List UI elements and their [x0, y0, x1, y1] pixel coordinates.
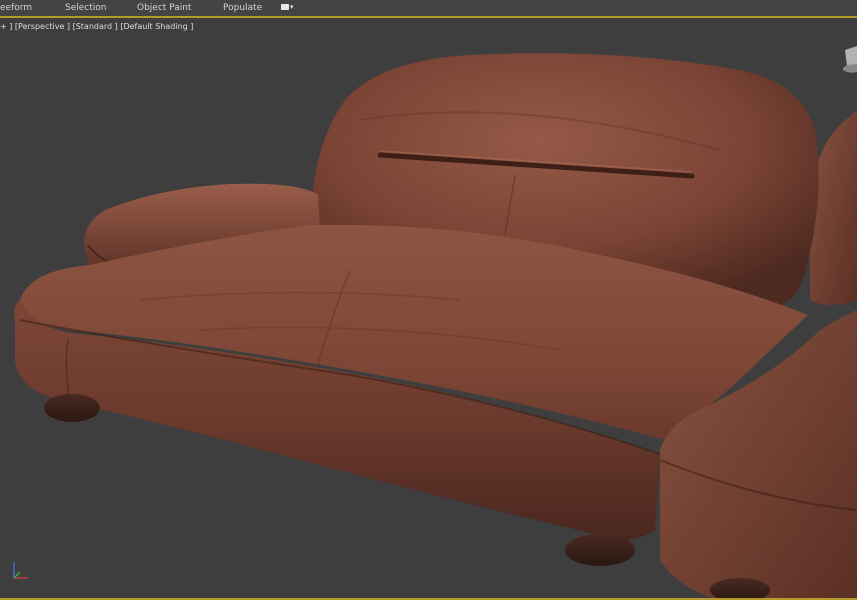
- viewport-shading[interactable]: [Default Shading ]: [120, 22, 193, 31]
- camera-dropdown-icon[interactable]: ▾: [281, 3, 298, 12]
- ribbon-tab-selection[interactable]: Selection: [65, 2, 106, 14]
- sofa-render: [14, 53, 857, 600]
- viewport-label: + ] [Perspective ] [Standard ] [Default …: [0, 22, 193, 32]
- viewport-standard[interactable]: [Standard ]: [73, 22, 118, 31]
- ribbon-tab-freeform[interactable]: eeform: [0, 2, 32, 14]
- ribbon-tab-populate[interactable]: Populate: [223, 2, 262, 14]
- viewport-point-of-view[interactable]: [Perspective ]: [15, 22, 70, 31]
- viewcube-icon[interactable]: [841, 44, 857, 84]
- ribbon-bar: eeform Selection Object Paint Populate ▾: [0, 0, 857, 18]
- axis-tripod-icon: [13, 562, 28, 579]
- perspective-viewport[interactable]: + ] [Perspective ] [Standard ] [Default …: [0, 18, 857, 600]
- ribbon-tab-object-paint[interactable]: Object Paint: [137, 2, 191, 14]
- viewport-menu-plus[interactable]: + ]: [0, 22, 12, 31]
